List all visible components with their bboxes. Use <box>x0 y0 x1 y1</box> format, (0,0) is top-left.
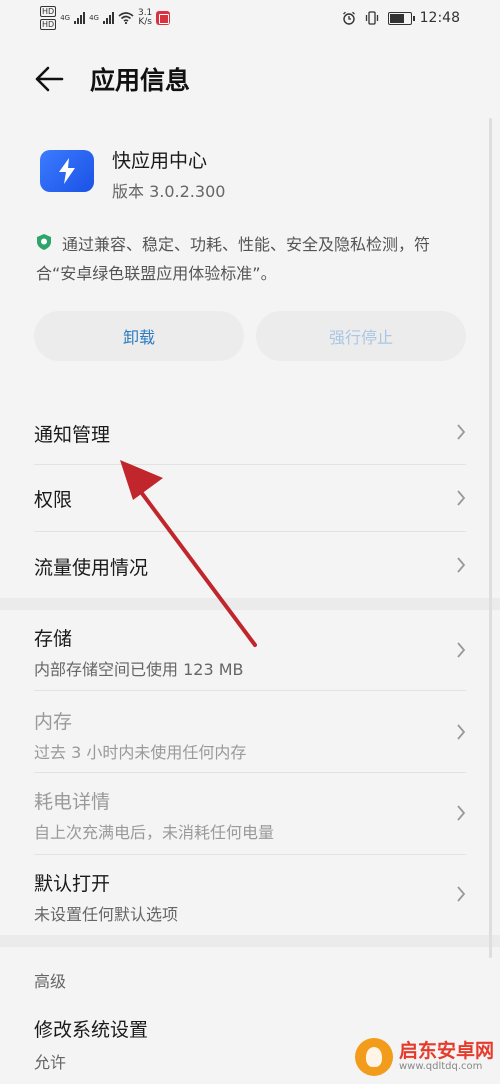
app-bar: 应用信息 <box>0 50 500 108</box>
app-name: 快应用中心 <box>112 150 208 172</box>
list-item-memory[interactable]: 内存 过去 3 小时内未使用任何内存 <box>0 691 500 772</box>
item-subtitle: 自上次充满电后，未消耗任何电量 <box>34 823 275 842</box>
section-gap <box>0 935 500 947</box>
item-subtitle: 过去 3 小时内未使用任何内存 <box>34 743 247 762</box>
item-label: 权限 <box>34 489 73 511</box>
watermark-logo <box>354 1038 393 1076</box>
item-label: 耗电详情 <box>34 791 111 813</box>
list-item-notifications[interactable]: 通知管理 <box>0 400 500 464</box>
hd-badge: HD <box>40 6 57 17</box>
arrow-left-icon <box>35 66 64 92</box>
item-subtitle: 允许 <box>34 1053 67 1072</box>
item-label: 存储 <box>34 628 73 650</box>
scrollbar[interactable] <box>489 118 492 958</box>
item-subtitle: 内部存储空间已使用 123 MB <box>34 660 244 679</box>
section-gap <box>0 598 500 610</box>
item-label: 通知管理 <box>34 424 111 446</box>
certification-text: 通过兼容、稳定、功耗、性能、安全及隐私检测，符合“安卓绿色联盟应用体验标准”。 <box>36 235 431 283</box>
chevron-right-icon <box>457 557 466 573</box>
chevron-right-icon <box>457 886 466 902</box>
status-left: HD HD 4G 4G 3.1 K/s <box>40 6 171 30</box>
app-icon <box>40 150 94 192</box>
item-label: 默认打开 <box>34 873 111 895</box>
vibrate-icon <box>365 11 378 25</box>
clock: 12:48 <box>419 10 460 26</box>
force-stop-button[interactable]: 强行停止 <box>256 311 466 361</box>
hd-badge: HD <box>40 19 57 30</box>
list-item-open-by-default[interactable]: 默认打开 未设置任何默认选项 <box>0 855 500 935</box>
alarm-icon <box>342 11 355 25</box>
back-button[interactable] <box>0 50 90 108</box>
list-item-storage[interactable]: 存储 内部存储空间已使用 123 MB <box>0 610 500 690</box>
watermark-name: 启东安卓网 <box>398 1040 494 1062</box>
notification-icon <box>156 11 171 25</box>
status-right: 12:48 <box>342 10 460 26</box>
battery-icon <box>387 11 415 25</box>
wifi-icon <box>118 12 134 24</box>
network-speed: 3.1 K/s <box>137 8 153 27</box>
item-label: 流量使用情况 <box>34 557 149 579</box>
status-bar: HD HD 4G 4G 3.1 K/s 12:48 <box>0 0 500 40</box>
chevron-right-icon <box>457 805 466 821</box>
chevron-right-icon <box>457 642 466 658</box>
network-type: 4G <box>89 14 99 22</box>
chevron-right-icon <box>457 724 466 740</box>
network-type: 4G <box>60 14 71 22</box>
lightning-icon <box>59 158 75 184</box>
list-item-data-usage[interactable]: 流量使用情况 <box>0 532 500 598</box>
item-label: 修改系统设置 <box>34 1019 149 1041</box>
watermark: 启东安卓网 www.qdltdq.com <box>354 1038 494 1076</box>
list-item-battery-details[interactable]: 耗电详情 自上次充满电后，未消耗任何电量 <box>0 773 500 854</box>
item-label: 内存 <box>34 711 73 733</box>
page-title: 应用信息 <box>90 66 191 95</box>
signal-icon <box>74 12 86 24</box>
chevron-right-icon <box>457 424 466 440</box>
section-title-advanced: 高级 <box>34 972 67 991</box>
list-item-permissions[interactable]: 权限 <box>0 465 500 531</box>
item-subtitle: 未设置任何默认选项 <box>34 905 179 924</box>
chevron-right-icon <box>457 490 466 506</box>
app-version: 版本 3.0.2.300 <box>112 182 226 201</box>
uninstall-button[interactable]: 卸载 <box>34 311 244 361</box>
signal-icon <box>102 12 114 24</box>
watermark-url: www.qdltdq.com <box>398 1061 483 1072</box>
